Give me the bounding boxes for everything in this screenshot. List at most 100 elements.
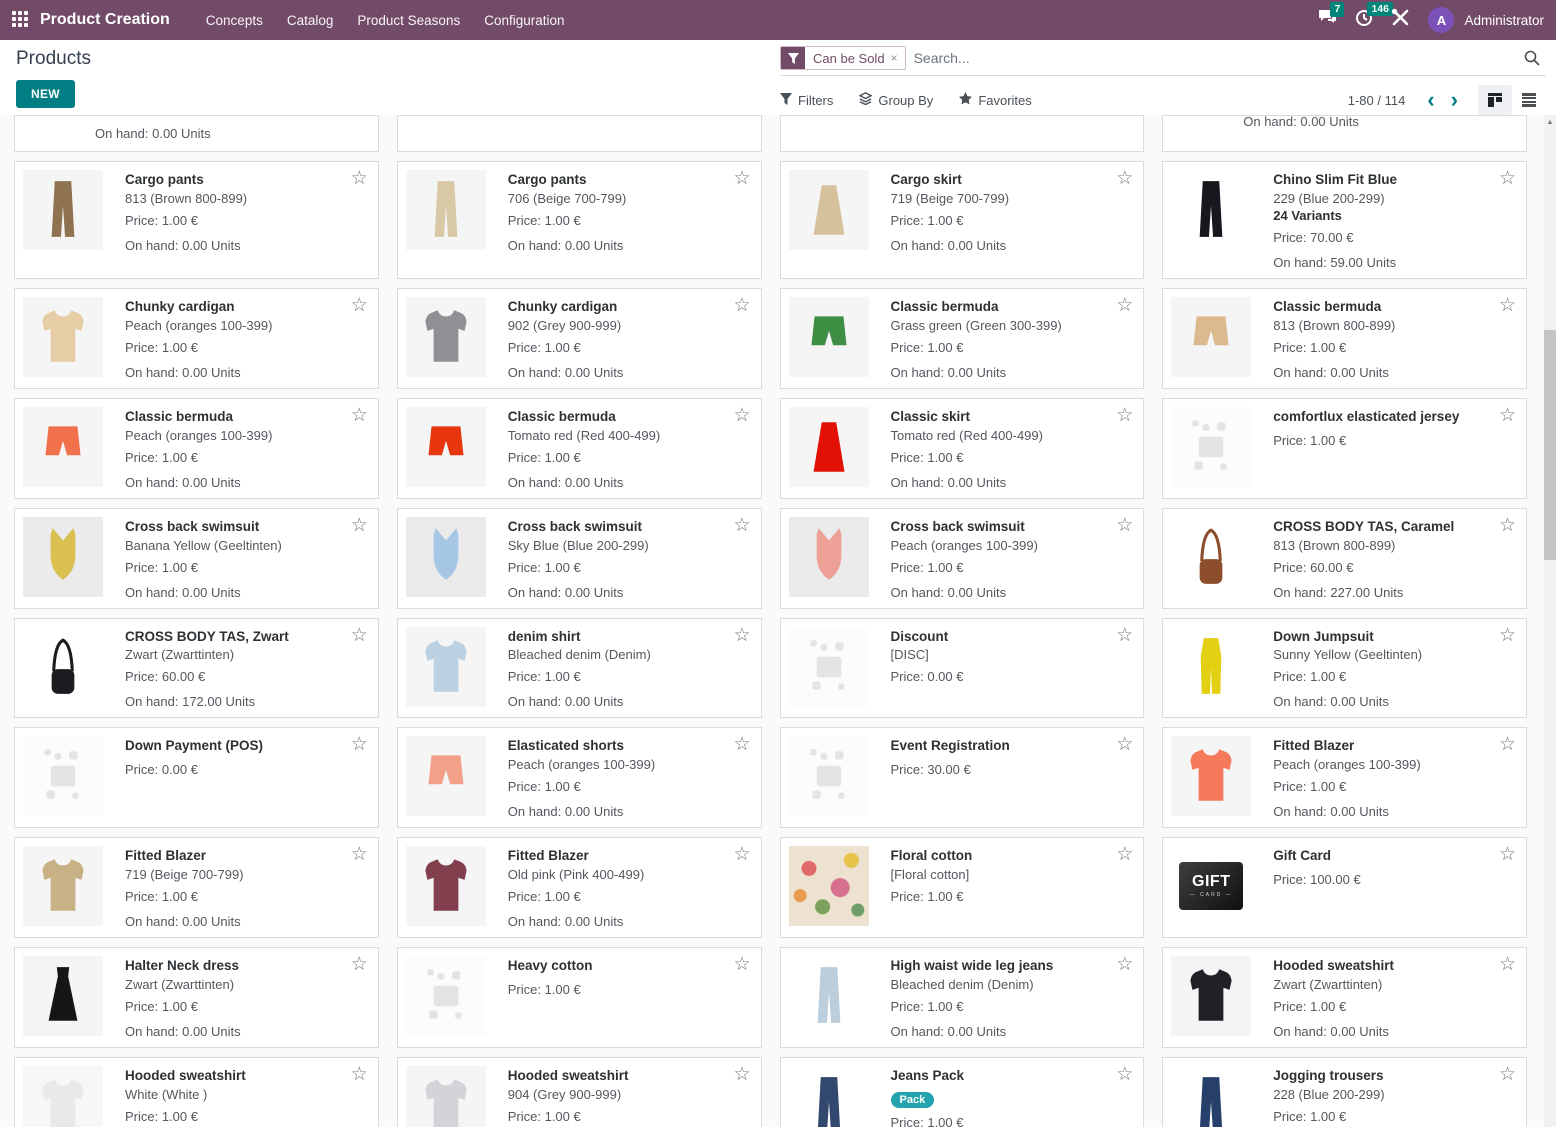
product-card[interactable]: Classic bermuda 813 (Brown 800-899) Pric… <box>1162 288 1527 389</box>
product-card[interactable]: denim shirt Bleached denim (Denim) Price… <box>397 618 762 719</box>
product-title[interactable]: Cross back swimsuit <box>891 519 1038 536</box>
product-card[interactable]: Hooded sweatshirt White (White ) Price: … <box>14 1057 379 1127</box>
favorite-star-icon[interactable]: ☆ <box>733 294 750 317</box>
group-by-button[interactable]: Group By <box>859 92 933 108</box>
favorite-star-icon[interactable]: ☆ <box>1116 953 1133 976</box>
favorite-star-icon[interactable]: ☆ <box>351 843 368 866</box>
favorite-star-icon[interactable]: ☆ <box>1499 167 1516 190</box>
favorite-star-icon[interactable]: ☆ <box>1499 294 1516 317</box>
product-card[interactable]: Jogging trousers 228 (Blue 200-299) Pric… <box>1162 1057 1527 1127</box>
product-title[interactable]: Chunky cardigan <box>508 299 624 316</box>
search-facet[interactable]: Can be Sold × <box>780 46 906 70</box>
product-card[interactable]: Floral cotton [Floral cotton] Price: 1.0… <box>780 837 1145 938</box>
scroll-up-icon[interactable]: ▲ <box>1544 115 1556 129</box>
product-card[interactable]: Cargo pants 706 (Beige 700-799) Price: 1… <box>397 161 762 279</box>
product-title[interactable]: High waist wide leg jeans <box>891 958 1054 975</box>
pager-next-icon[interactable]: › <box>1445 92 1464 108</box>
product-card[interactable]: Cargo pants 813 (Brown 800-899) Price: 1… <box>14 161 379 279</box>
product-card[interactable]: High waist wide leg jeans Bleached denim… <box>780 947 1145 1048</box>
favorite-star-icon[interactable]: ☆ <box>733 953 750 976</box>
product-title[interactable]: Chino Slim Fit Blue <box>1273 172 1397 189</box>
new-button[interactable]: NEW <box>16 80 75 108</box>
product-card[interactable]: Fitted Blazer Peach (oranges 100-399) Pr… <box>1162 727 1527 828</box>
product-title[interactable]: Down Jumpsuit <box>1273 629 1422 646</box>
product-title[interactable]: Cargo pants <box>125 172 247 189</box>
favorite-star-icon[interactable]: ☆ <box>733 404 750 427</box>
product-card[interactable]: Fitted Blazer 719 (Beige 700-799) Price:… <box>14 837 379 938</box>
product-title[interactable]: Classic bermuda <box>1273 299 1395 316</box>
partial-card[interactable] <box>780 115 1145 152</box>
page-title[interactable]: Products <box>16 48 770 70</box>
product-card[interactable]: Cross back swimsuit Banana Yellow (Geelt… <box>14 508 379 609</box>
product-card[interactable]: Cross back swimsuit Peach (oranges 100-3… <box>780 508 1145 609</box>
product-title[interactable]: Jogging trousers <box>1273 1068 1389 1085</box>
menu-catalog[interactable]: Catalog <box>287 13 334 28</box>
apps-menu-icon[interactable] <box>12 11 30 29</box>
favorite-star-icon[interactable]: ☆ <box>1116 624 1133 647</box>
favorite-star-icon[interactable]: ☆ <box>1499 624 1516 647</box>
menu-concepts[interactable]: Concepts <box>206 13 263 28</box>
product-title[interactable]: Hooded sweatshirt <box>508 1068 629 1085</box>
product-title[interactable]: Classic bermuda <box>508 409 660 426</box>
product-variants-count[interactable]: 24 Variants <box>1273 208 1397 223</box>
product-title[interactable]: denim shirt <box>508 629 651 646</box>
product-card[interactable]: Cross back swimsuit Sky Blue (Blue 200-2… <box>397 508 762 609</box>
favorite-star-icon[interactable]: ☆ <box>351 404 368 427</box>
favorite-star-icon[interactable]: ☆ <box>1499 843 1516 866</box>
scrollbar-thumb[interactable] <box>1544 330 1556 560</box>
debug-tools-button[interactable] <box>1391 8 1410 32</box>
favorite-star-icon[interactable]: ☆ <box>351 733 368 756</box>
product-title[interactable]: CROSS BODY TAS, Caramel <box>1273 519 1454 536</box>
product-title[interactable]: Fitted Blazer <box>125 848 244 865</box>
activities-button[interactable]: 146 <box>1355 9 1373 32</box>
favorite-star-icon[interactable]: ☆ <box>1116 167 1133 190</box>
product-title[interactable]: Event Registration <box>891 738 1010 755</box>
product-card[interactable]: Discount [DISC] Price: 0.00 € ☆ <box>780 618 1145 719</box>
avatar[interactable]: A <box>1428 7 1454 33</box>
favorite-star-icon[interactable]: ☆ <box>1116 1063 1133 1086</box>
list-view-button[interactable] <box>1512 85 1546 115</box>
facet-remove-icon[interactable]: × <box>891 51 905 65</box>
favorite-star-icon[interactable]: ☆ <box>351 514 368 537</box>
product-card[interactable]: Cargo skirt 719 (Beige 700-799) Price: 1… <box>780 161 1145 279</box>
product-card[interactable]: Classic bermuda Tomato red (Red 400-499)… <box>397 398 762 499</box>
product-title[interactable]: Jeans Pack <box>891 1068 1014 1085</box>
product-card[interactable]: Fitted Blazer Old pink (Pink 400-499) Pr… <box>397 837 762 938</box>
product-card[interactable]: Heavy cotton Price: 1.00 € ☆ <box>397 947 762 1048</box>
product-title[interactable]: Halter Neck dress <box>125 958 241 975</box>
pager-previous-icon[interactable]: ‹ <box>1421 92 1440 108</box>
favorite-star-icon[interactable]: ☆ <box>351 624 368 647</box>
product-title[interactable]: Cargo skirt <box>891 172 1010 189</box>
favorite-star-icon[interactable]: ☆ <box>1116 404 1133 427</box>
favorite-star-icon[interactable]: ☆ <box>733 843 750 866</box>
product-card[interactable]: Down Jumpsuit Sunny Yellow (Geeltinten) … <box>1162 618 1527 719</box>
product-title[interactable]: Classic bermuda <box>891 299 1062 316</box>
vertical-scrollbar[interactable]: ▲ <box>1544 115 1556 1127</box>
product-card[interactable]: Classic bermuda Peach (oranges 100-399) … <box>14 398 379 499</box>
favorite-star-icon[interactable]: ☆ <box>1499 514 1516 537</box>
partial-card[interactable]: On hand: 0.00 Units <box>14 115 379 152</box>
partial-card[interactable]: On hand: 0.00 Units <box>1162 115 1527 152</box>
favorite-star-icon[interactable]: ☆ <box>1116 733 1133 756</box>
product-title[interactable]: Hooded sweatshirt <box>125 1068 246 1085</box>
menu-configuration[interactable]: Configuration <box>484 13 564 28</box>
product-title[interactable]: Cargo pants <box>508 172 627 189</box>
product-title[interactable]: Gift Card <box>1273 848 1360 865</box>
user-name[interactable]: Administrator <box>1464 13 1544 28</box>
favorite-star-icon[interactable]: ☆ <box>351 167 368 190</box>
search-icon[interactable] <box>1524 50 1540 66</box>
product-card[interactable]: CROSS BODY TAS, Caramel 813 (Brown 800-8… <box>1162 508 1527 609</box>
favorite-star-icon[interactable]: ☆ <box>351 294 368 317</box>
product-card[interactable]: Elasticated shorts Peach (oranges 100-39… <box>397 727 762 828</box>
product-card[interactable]: Event Registration Price: 30.00 € ☆ <box>780 727 1145 828</box>
favorite-star-icon[interactable]: ☆ <box>351 1063 368 1086</box>
favorite-star-icon[interactable]: ☆ <box>733 514 750 537</box>
kanban-view-button[interactable] <box>1478 85 1512 115</box>
product-card[interactable]: Hooded sweatshirt Zwart (Zwarttinten) Pr… <box>1162 947 1527 1048</box>
product-title[interactable]: Classic bermuda <box>125 409 272 426</box>
favorite-star-icon[interactable]: ☆ <box>1499 953 1516 976</box>
product-card[interactable]: Jeans Pack Pack Price: 1.00 € On hand: 1… <box>780 1057 1145 1127</box>
product-card[interactable]: Halter Neck dress Zwart (Zwarttinten) Pr… <box>14 947 379 1048</box>
favorite-star-icon[interactable]: ☆ <box>1499 733 1516 756</box>
product-card[interactable]: Hooded sweatshirt 904 (Grey 900-999) Pri… <box>397 1057 762 1127</box>
